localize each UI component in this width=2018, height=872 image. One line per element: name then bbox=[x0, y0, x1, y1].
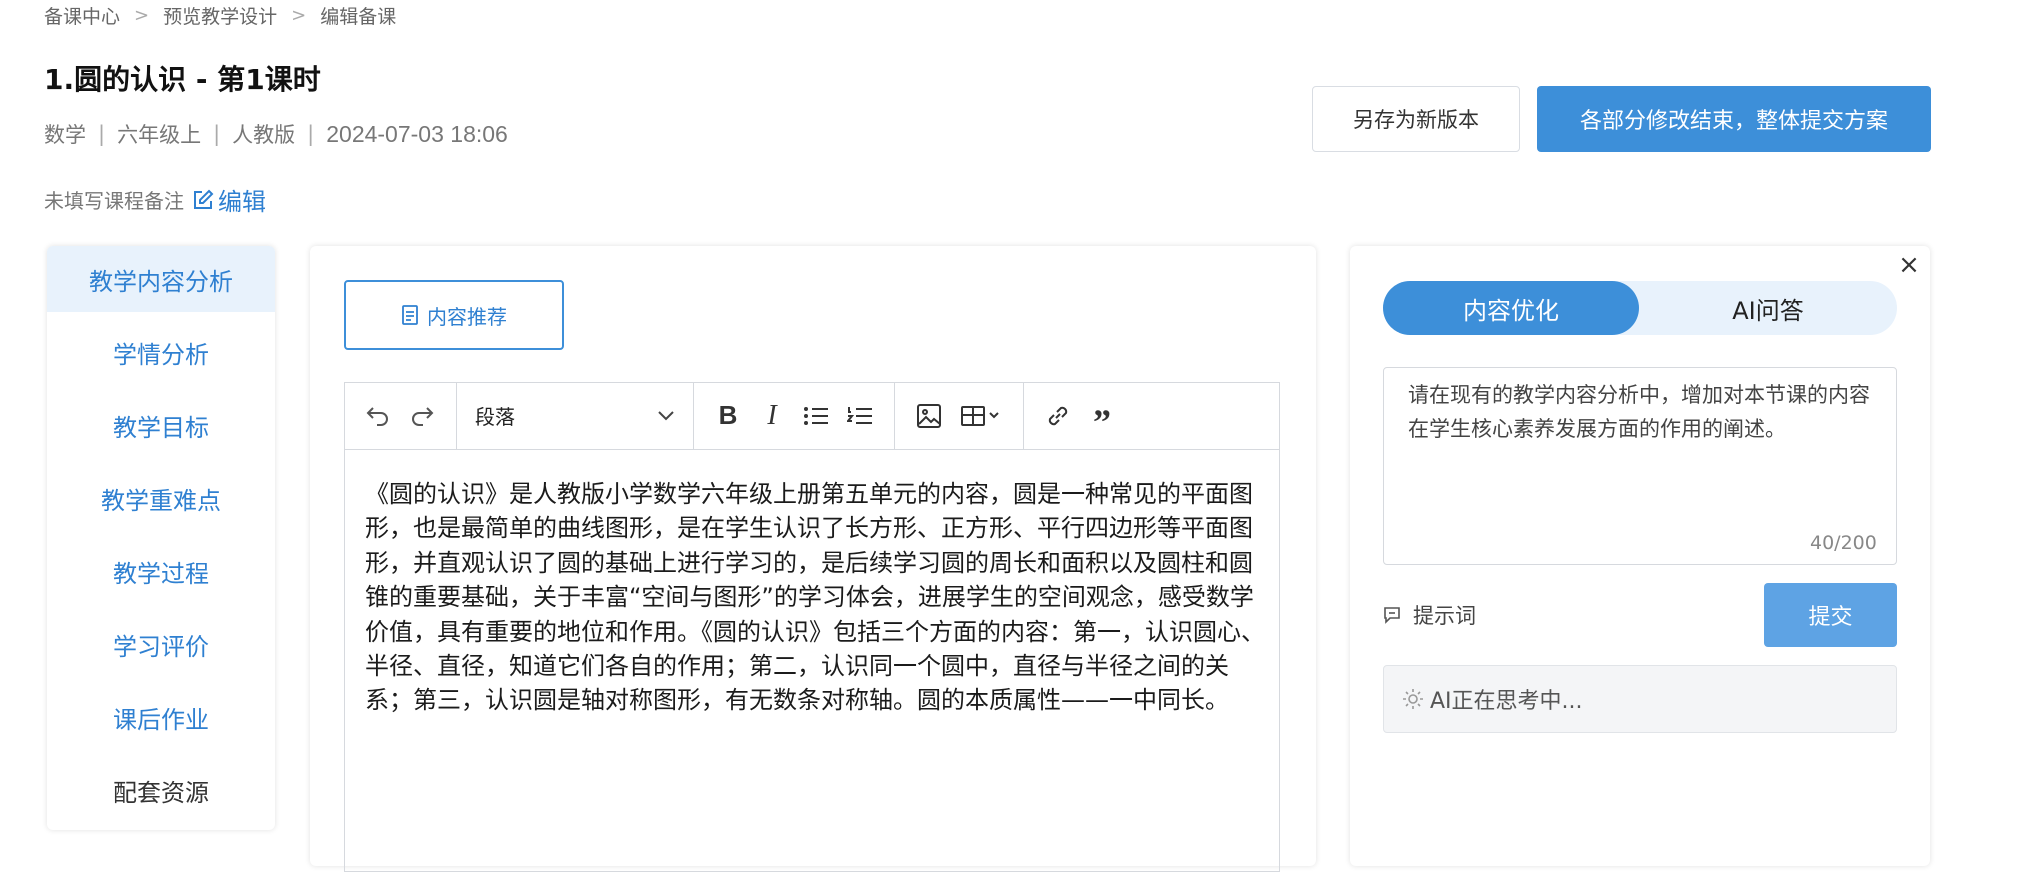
breadcrumb-current: 编辑备课 bbox=[320, 5, 397, 28]
comment-icon bbox=[1384, 607, 1400, 624]
lesson-subject: 数学 bbox=[44, 123, 86, 147]
lesson-edition: 人教版 bbox=[232, 123, 296, 147]
close-icon[interactable]: × bbox=[1896, 250, 1922, 280]
insert-image-button[interactable] bbox=[907, 394, 951, 438]
block-format-select[interactable]: 段落 bbox=[469, 401, 681, 430]
bullet-list-icon bbox=[804, 406, 828, 425]
ai-status: AI正在思考中... bbox=[1383, 665, 1897, 733]
bold-icon: B bbox=[718, 400, 738, 430]
nav-item-evaluation[interactable]: 学习评价 bbox=[47, 611, 275, 677]
editor-content[interactable]: 《圆的认识》是人教版小学数学六年级上册第五单元的内容，圆是一种常见的平面图形，也… bbox=[365, 477, 1265, 718]
breadcrumb-preview[interactable]: 预览教学设计 bbox=[163, 2, 277, 29]
insert-link-button[interactable] bbox=[1036, 394, 1080, 438]
image-icon bbox=[917, 403, 941, 428]
numbered-list-icon bbox=[847, 406, 872, 424]
submit-all-button[interactable]: 各部分修改结束，整体提交方案 bbox=[1537, 86, 1931, 152]
tab-ai-qa[interactable]: AI问答 bbox=[1639, 281, 1897, 335]
content-recommend-button[interactable]: 内容推荐 bbox=[344, 280, 564, 350]
lesson-datetime: 2024-07-03 18:06 bbox=[326, 120, 508, 147]
lesson-meta: 数学 | 六年级上 | 人教版 | 2024-07-03 18:06 bbox=[44, 119, 508, 149]
divider: | bbox=[98, 122, 106, 146]
tab-content-optimize[interactable]: 内容优化 bbox=[1383, 281, 1639, 335]
divider: | bbox=[307, 122, 315, 146]
prompt-text[interactable]: 请在现有的教学内容分析中，增加对本节课的内容在学生核心素养发展方面的作用的阐述。 bbox=[1408, 378, 1874, 446]
italic-button[interactable]: I bbox=[750, 394, 794, 438]
chevron-right-icon: > bbox=[291, 4, 307, 26]
insert-group bbox=[895, 382, 1024, 449]
edit-note-link[interactable]: 编辑 bbox=[192, 182, 266, 217]
nav-item-content-analysis[interactable]: 教学内容分析 bbox=[47, 246, 275, 312]
chevron-down-icon bbox=[658, 410, 674, 420]
ai-status-text: AI正在思考中... bbox=[1430, 689, 1583, 714]
prompt-hint-link[interactable]: 提示词 bbox=[1383, 600, 1476, 630]
numbered-list-button[interactable] bbox=[838, 394, 882, 438]
sun-icon bbox=[1403, 689, 1423, 709]
insert-table-button[interactable] bbox=[951, 394, 1011, 438]
link-icon bbox=[1048, 406, 1068, 425]
ai-submit-button[interactable]: 提交 bbox=[1764, 583, 1897, 647]
history-group bbox=[344, 382, 457, 449]
text-style-group: B I bbox=[694, 382, 895, 449]
undo-button[interactable] bbox=[356, 394, 400, 438]
italic-icon: I bbox=[767, 399, 777, 431]
nav-item-resources[interactable]: 配套资源 bbox=[47, 757, 275, 823]
nav-item-homework[interactable]: 课后作业 bbox=[47, 684, 275, 750]
chevron-right-icon: > bbox=[134, 4, 150, 26]
lesson-note: 未填写课程备注 编辑 bbox=[44, 182, 266, 217]
quote-icon: ” bbox=[1093, 401, 1111, 442]
lesson-grade: 六年级上 bbox=[117, 123, 202, 147]
nav-item-objectives[interactable]: 教学目标 bbox=[47, 392, 275, 458]
note-placeholder: 未填写课程备注 bbox=[44, 189, 184, 213]
document-icon bbox=[402, 305, 418, 325]
bold-button[interactable]: B bbox=[706, 394, 750, 438]
table-icon bbox=[961, 405, 999, 426]
divider: | bbox=[213, 122, 221, 146]
section-nav: 教学内容分析 学情分析 教学目标 教学重难点 教学过程 学习评价 课后作业 配套… bbox=[47, 246, 275, 830]
bullet-list-button[interactable] bbox=[794, 394, 838, 438]
format-group: 段落 bbox=[457, 382, 694, 449]
page-title: 1.圆的认识 - 第1课时 bbox=[44, 63, 321, 96]
hint-label: 提示词 bbox=[1413, 604, 1476, 628]
misc-group: ” bbox=[1024, 382, 1136, 449]
redo-icon bbox=[412, 406, 434, 426]
redo-button[interactable] bbox=[400, 394, 444, 438]
breadcrumb-home[interactable]: 备课中心 bbox=[44, 2, 120, 29]
edit-icon bbox=[194, 189, 214, 209]
nav-item-key-points[interactable]: 教学重难点 bbox=[47, 465, 275, 531]
save-new-version-button[interactable]: 另存为新版本 bbox=[1312, 86, 1520, 152]
char-counter: 40/200 bbox=[1810, 532, 1877, 554]
breadcrumb: 备课中心 > 预览教学设计 > 编辑备课 bbox=[44, 2, 396, 28]
editor-toolbar: 段落 B I ” bbox=[344, 382, 1280, 450]
nav-item-process[interactable]: 教学过程 bbox=[47, 538, 275, 604]
blockquote-button[interactable]: ” bbox=[1080, 394, 1124, 442]
undo-icon bbox=[366, 406, 388, 426]
block-format-value: 段落 bbox=[475, 405, 515, 429]
edit-label: 编辑 bbox=[218, 188, 266, 216]
recommend-label: 内容推荐 bbox=[427, 304, 507, 329]
nav-item-student-analysis[interactable]: 学情分析 bbox=[47, 319, 275, 385]
